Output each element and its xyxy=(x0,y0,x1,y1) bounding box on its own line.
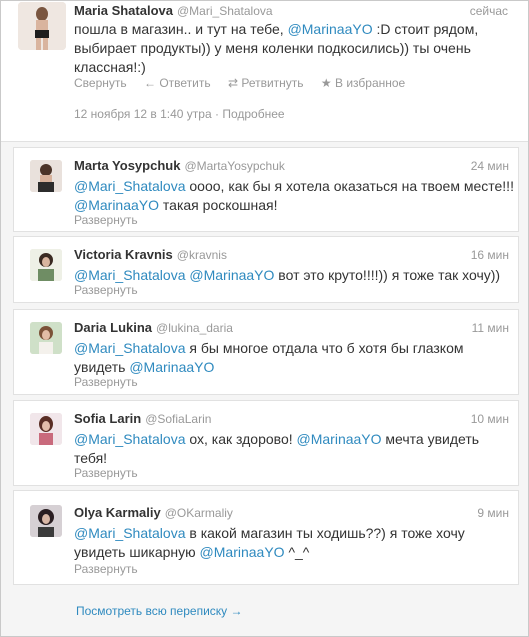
username[interactable]: @OKarmaliy xyxy=(165,506,233,520)
tweet-header: Daria Lukina @lukina_daria xyxy=(74,319,233,337)
mention-link[interactable]: @MarinaaYO xyxy=(189,267,274,283)
tweet-actions: Свернуть ← Ответить ⇄ Ретвитнуть ★ В изб… xyxy=(74,76,419,90)
mention-link[interactable]: @Mari_Shatalova xyxy=(74,267,186,283)
mention-link[interactable]: @MarinaaYO xyxy=(200,544,285,560)
expand-button[interactable]: Развернуть xyxy=(74,562,138,576)
mention-link[interactable]: @MarinaaYO xyxy=(297,431,382,447)
fullname[interactable]: Sofia Larin xyxy=(74,411,141,426)
expand-button[interactable]: Развернуть xyxy=(74,283,138,297)
timestamp[interactable]: 11 мин xyxy=(472,321,509,335)
tweet-date[interactable]: 12 ноября 12 в 1:40 утра xyxy=(74,107,212,121)
avatar[interactable] xyxy=(18,2,66,50)
tweet-header: Victoria Kravnis @kravnis xyxy=(74,246,227,264)
mention-link[interactable]: @MarinaaYO xyxy=(288,21,373,37)
main-tweet[interactable]: Maria Shatalova @Mari_Shatalova сейчас по… xyxy=(1,1,528,141)
favorite-button[interactable]: ★ В избранное xyxy=(321,76,405,90)
avatar[interactable] xyxy=(30,413,62,445)
username[interactable]: @MartaYosypchuk xyxy=(184,159,284,173)
avatar[interactable] xyxy=(30,160,62,192)
tweet-meta: 12 ноября 12 в 1:40 утра · Подробнее xyxy=(74,107,285,121)
collapse-button[interactable]: Свернуть xyxy=(74,76,127,90)
fullname[interactable]: Marta Yosypchuk xyxy=(74,158,180,173)
tweet-text: пошла в магазин.. и тут на тебе, @Marina… xyxy=(74,20,514,77)
username[interactable]: @lukina_daria xyxy=(156,321,233,335)
timestamp[interactable]: 16 мин xyxy=(471,248,509,262)
tweet-text: @Mari_Shatalova @MarinaaYO вот это круто… xyxy=(74,266,514,285)
expand-button[interactable]: Развернуть xyxy=(74,213,138,227)
mention-link[interactable]: @MarinaaYO xyxy=(74,197,159,213)
tweet-text-fragment: пошла в магазин.. и тут на тебе, xyxy=(74,21,288,37)
reply-tweet[interactable]: Marta Yosypchuk @MartaYosypchuk 24 мин @M… xyxy=(13,147,519,232)
replies-list: Marta Yosypchuk @MartaYosypchuk 24 мин @M… xyxy=(1,141,528,636)
tweet-thread: Maria Shatalova @Mari_Shatalova сейчас по… xyxy=(0,0,529,637)
reply-tweet[interactable]: Victoria Kravnis @kravnis 16 мин @Mari_Sh… xyxy=(13,236,519,303)
username[interactable]: @kravnis xyxy=(177,248,227,262)
timestamp[interactable]: 10 мин xyxy=(471,412,509,426)
avatar[interactable] xyxy=(30,322,62,354)
avatar[interactable] xyxy=(30,505,62,537)
username[interactable]: @SofiaLarin xyxy=(145,412,211,426)
tweet-text: @Mari_Shatalova оооо, как бы я хотела ок… xyxy=(74,177,514,215)
tweet-text-fragment: такая роскошная! xyxy=(159,197,278,213)
fullname[interactable]: Victoria Kravnis xyxy=(74,247,173,262)
mention-link[interactable]: @Mari_Shatalova xyxy=(74,431,186,447)
mention-link[interactable]: @Mari_Shatalova xyxy=(74,340,186,356)
tweet-text-fragment: ох, как здорово! xyxy=(185,431,297,447)
avatar[interactable] xyxy=(30,249,62,281)
expand-button[interactable]: Развернуть xyxy=(74,466,138,480)
timestamp[interactable]: сейчас xyxy=(470,4,508,18)
tweet-text-fragment: ^_^ xyxy=(284,544,310,560)
timestamp[interactable]: 9 мин xyxy=(477,506,509,520)
reply-button[interactable]: ← Ответить xyxy=(144,76,211,90)
tweet-text: @Mari_Shatalova в какой магазин ты ходиш… xyxy=(74,524,514,562)
fullname[interactable]: Maria Shatalova xyxy=(74,3,173,18)
mention-link[interactable]: @Mari_Shatalova xyxy=(74,525,186,541)
tweet-text-fragment: вот это круто!!!!)) я тоже так хочу)) xyxy=(274,267,501,283)
tweet-header: Olya Karmaliy @OKarmaliy xyxy=(74,504,233,522)
fullname[interactable]: Olya Karmaliy xyxy=(74,505,161,520)
tweet-text-fragment: оооо, как бы я хотела оказаться на твоем… xyxy=(185,178,514,194)
timestamp[interactable]: 24 мин xyxy=(471,159,509,173)
username[interactable]: @Mari_Shatalova xyxy=(177,4,273,18)
fullname[interactable]: Daria Lukina xyxy=(74,320,152,335)
tweet-text: @Mari_Shatalova ох, как здорово! @Marina… xyxy=(74,430,514,468)
details-link[interactable]: Подробнее xyxy=(222,107,284,121)
meta-separator: · xyxy=(215,107,219,121)
expand-button[interactable]: Развернуть xyxy=(74,375,138,389)
tweet-header: Marta Yosypchuk @MartaYosypchuk xyxy=(74,157,285,175)
reply-tweet[interactable]: Sofia Larin @SofiaLarin 10 мин @Mari_Shat… xyxy=(13,400,519,486)
retweet-button[interactable]: ⇄ Ретвитнуть xyxy=(228,76,304,90)
mention-link[interactable]: @Mari_Shatalova xyxy=(74,178,186,194)
tweet-header: Sofia Larin @SofiaLarin xyxy=(74,410,211,428)
reply-tweet[interactable]: Olya Karmaliy @OKarmaliy 9 мин @Mari_Shat… xyxy=(13,490,519,585)
tweet-header: Maria Shatalova @Mari_Shatalova xyxy=(74,2,273,20)
see-all-conversation-link[interactable]: Посмотреть всю переписку → xyxy=(76,604,243,618)
mention-link[interactable]: @MarinaaYO xyxy=(129,359,214,375)
reply-tweet[interactable]: Daria Lukina @lukina_daria 11 мин @Mari_S… xyxy=(13,309,519,395)
tweet-text: @Mari_Shatalova я бы многое отдала что б… xyxy=(74,339,514,377)
